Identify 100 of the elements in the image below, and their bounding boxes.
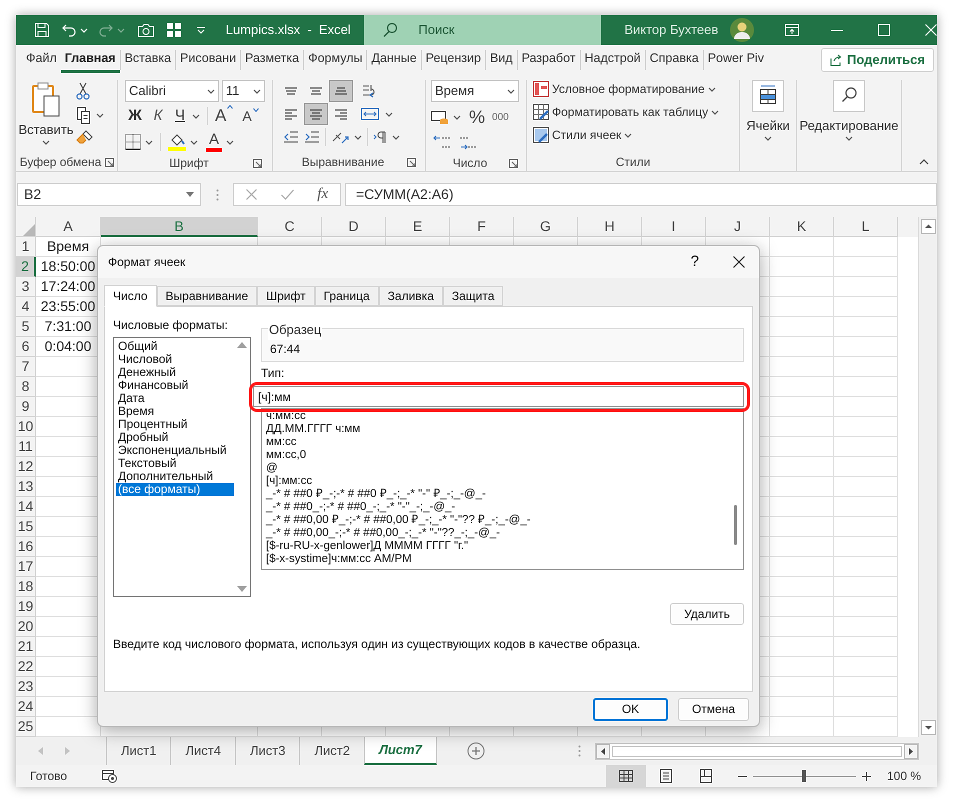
table-cell[interactable]	[770, 377, 834, 397]
sheet-tab[interactable]: Лист7	[364, 737, 437, 765]
copy-icon[interactable]	[76, 106, 92, 124]
styles-menu-button[interactable]: Форматировать как таблицу	[533, 103, 733, 121]
scroll-down-icon[interactable]	[237, 586, 247, 592]
row-header[interactable]: 7	[16, 357, 36, 377]
dialog-tab[interactable]: Заливка	[378, 286, 443, 306]
insert-function-button[interactable]: fx	[317, 183, 328, 206]
table-cell[interactable]	[770, 397, 834, 417]
view-button[interactable]	[606, 765, 646, 787]
column-header[interactable]: D	[322, 217, 386, 237]
table-cell[interactable]	[834, 357, 898, 377]
font-color-button[interactable]: A	[206, 132, 222, 152]
table-cell[interactable]	[834, 697, 898, 717]
column-header[interactable]: E	[386, 217, 450, 237]
maximize-icon[interactable]	[878, 24, 890, 36]
table-cell[interactable]	[834, 297, 898, 317]
category-item[interactable]: Дата	[116, 392, 234, 405]
row-header[interactable]: 22	[16, 657, 36, 677]
format-list[interactable]	[261, 408, 744, 570]
category-item[interactable]: Финансовый	[116, 379, 234, 392]
category-item[interactable]: Текстовый	[116, 457, 234, 470]
table-cell[interactable]	[834, 437, 898, 457]
search-field[interactable]: Поиск	[364, 15, 601, 45]
share-button[interactable]: Поделиться	[820, 48, 934, 72]
table-cell[interactable]	[770, 337, 834, 357]
row-header[interactable]: 3	[16, 277, 36, 297]
row-header[interactable]: 12	[16, 457, 36, 477]
table-cell[interactable]	[834, 417, 898, 437]
dialog-tab[interactable]: Число	[104, 285, 157, 307]
splitter-icon[interactable]	[578, 745, 581, 757]
ribbon-tab[interactable]: Вставка	[120, 47, 176, 73]
shrink-font-button[interactable]: A	[242, 106, 259, 126]
table-cell[interactable]	[770, 357, 834, 377]
launcher-icon[interactable]	[253, 158, 262, 168]
table-cell[interactable]	[834, 657, 898, 677]
row-header[interactable]: 8	[16, 377, 36, 397]
row-header[interactable]: 17	[16, 557, 36, 577]
font-size-field[interactable]: 11	[222, 80, 265, 102]
ribbon-tab[interactable]: Power Piv	[704, 47, 768, 73]
merge-center-icon[interactable]	[361, 106, 379, 122]
row-header[interactable]: 19	[16, 597, 36, 617]
vertical-scrollbar[interactable]	[918, 217, 937, 737]
table-cell[interactable]	[834, 557, 898, 577]
row-header[interactable]: 18	[16, 577, 36, 597]
formula-field[interactable]: =СУММ(A2:A6)	[345, 183, 937, 206]
format-item[interactable]: _-* # ##0,00_-;-* # ##0,00_-;_-* "-"??_-;_-@_-	[266, 527, 727, 540]
ribbon-tab[interactable]: Главная	[60, 47, 120, 73]
row-header[interactable]: 23	[16, 677, 36, 697]
format-item[interactable]: [$-x-systime]ч:мм:сс AM/PM	[266, 553, 727, 566]
dialog-tab[interactable]: Граница	[314, 286, 379, 306]
camera-icon[interactable]	[136, 22, 155, 38]
previous-sheet-icon[interactable]	[38, 747, 44, 755]
currency-icon[interactable]	[431, 109, 449, 125]
scroll-up-icon[interactable]	[237, 342, 247, 348]
row-header[interactable]: 20	[16, 617, 36, 637]
row-header[interactable]: 5	[16, 317, 36, 337]
ribbon-tab[interactable]: Данные	[367, 47, 421, 73]
ribbon-tab[interactable]: Вид	[486, 47, 517, 73]
borders-icon[interactable]	[125, 134, 141, 150]
format-item[interactable]: мм:сс	[266, 436, 727, 449]
enter-icon[interactable]	[280, 189, 294, 200]
table-cell[interactable]	[834, 597, 898, 617]
row-header[interactable]: 10	[16, 417, 36, 437]
redo-icon[interactable]	[98, 22, 114, 38]
table-cell[interactable]	[834, 277, 898, 297]
table-cell[interactable]	[770, 517, 834, 537]
table-cell[interactable]	[770, 637, 834, 657]
table-cell[interactable]	[770, 497, 834, 517]
styles-menu-button[interactable]: Стили ячеек	[533, 126, 733, 144]
ribbon-display-icon[interactable]	[785, 24, 800, 36]
table-cell[interactable]	[770, 457, 834, 477]
save-icon[interactable]	[34, 22, 50, 38]
row-header[interactable]: 14	[16, 497, 36, 517]
close-icon[interactable]	[733, 256, 745, 268]
format-item[interactable]: ч:мм:сс	[266, 410, 727, 423]
format-item[interactable]: _-* # ##0,00 ₽_-;-* # ##0,00 ₽_-;_-* "-"?? ₽_-;_-@_-	[266, 514, 727, 527]
dialog-tab[interactable]: Шрифт	[257, 286, 315, 306]
row-header[interactable]: 21	[16, 637, 36, 657]
zoom-in-icon[interactable]	[862, 772, 871, 780]
ribbon-tab[interactable]: Рецензир	[422, 47, 485, 73]
table-cell[interactable]	[834, 237, 898, 257]
column-header[interactable]: B	[101, 217, 258, 237]
category-item[interactable]: Дробный	[116, 431, 234, 444]
table-cell[interactable]	[770, 437, 834, 457]
ribbon-tab[interactable]: Разработ	[518, 47, 580, 73]
table-cell[interactable]	[834, 397, 898, 417]
row-header[interactable]: 13	[16, 477, 36, 497]
scrollbar-thumb[interactable]	[734, 505, 736, 545]
row-header[interactable]: 25	[16, 717, 36, 737]
thousands-button[interactable]: 000	[492, 110, 509, 124]
row-header[interactable]: 15	[16, 517, 36, 537]
cut-icon[interactable]	[76, 82, 90, 100]
category-item[interactable]: Время	[116, 405, 234, 418]
table-cell[interactable]	[770, 657, 834, 677]
table-cell[interactable]	[770, 417, 834, 437]
ribbon-tab[interactable]: Рисовани	[176, 47, 240, 73]
category-item[interactable]: Экспоненциальный	[116, 444, 234, 457]
table-cell[interactable]	[834, 677, 898, 697]
table-cell[interactable]	[834, 337, 898, 357]
